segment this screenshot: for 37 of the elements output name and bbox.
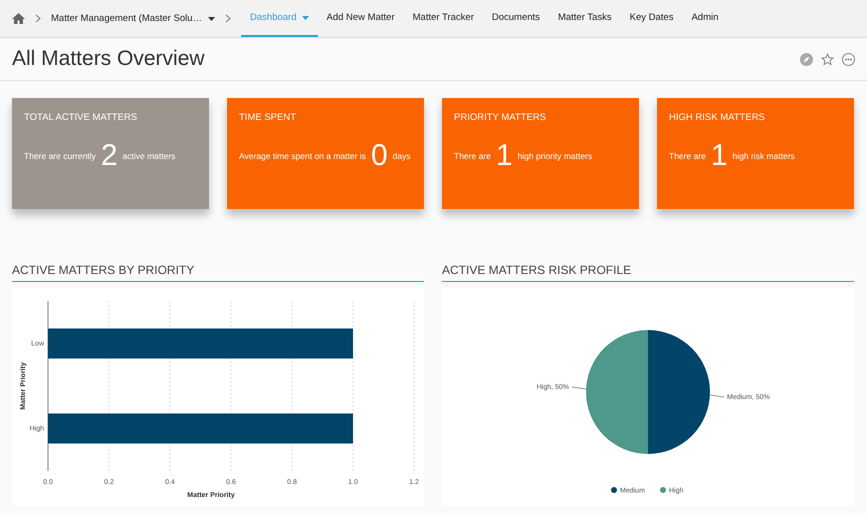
section-heading: ACTIVE MATTERS BY PRIORITY <box>12 263 424 282</box>
chevron-right-icon <box>225 14 232 23</box>
nav-tab[interactable]: Key Dates <box>620 0 682 37</box>
compass-icon[interactable] <box>800 52 813 66</box>
card-text: days <box>392 151 411 161</box>
legend-marker-icon[interactable] <box>611 487 617 493</box>
card-value: 1 <box>710 141 728 171</box>
nav-tab[interactable]: Matter Tasks <box>548 0 621 37</box>
star-icon[interactable] <box>821 52 834 66</box>
breadcrumb-dropdown[interactable]: Matter Management (Master Solu… <box>51 13 216 24</box>
card-title: TOTAL ACTIVE MATTERS <box>24 112 138 123</box>
home-icon[interactable] <box>12 13 25 24</box>
caret-icon <box>208 16 216 20</box>
legend-marker-icon[interactable] <box>660 487 666 493</box>
nav-tab[interactable]: Add New Matter <box>318 0 404 37</box>
card-value: 2 <box>100 141 118 171</box>
nav-tab[interactable]: Matter Tracker <box>404 0 483 37</box>
nav-tab[interactable]: Admin <box>682 0 728 37</box>
card-text: Average time spent on a matter is <box>239 151 366 161</box>
more-icon[interactable] <box>842 52 855 66</box>
card-title: PRIORITY MATTERS <box>454 112 548 123</box>
card-value: 1 <box>496 141 513 171</box>
page-title: All Matters Overview <box>12 47 206 71</box>
card-text: high priority matters <box>518 151 592 161</box>
card-text: high risk matters <box>732 151 795 161</box>
leader-line <box>572 386 586 390</box>
card-text: There are <box>669 151 706 161</box>
nav-tab[interactable]: Documents <box>482 0 549 37</box>
card-text: active matters <box>122 151 176 161</box>
card-text: There are currently <box>24 151 96 161</box>
card-value: 0 <box>370 141 388 171</box>
card-text: There are <box>454 151 491 161</box>
leader-line <box>710 394 724 398</box>
chevron-right-icon <box>35 14 41 23</box>
card-title: HIGH RISK MATTERS <box>669 112 766 123</box>
section-heading: ACTIVE MATTERS RISK PROFILE <box>442 263 854 282</box>
card-title: TIME SPENT <box>239 112 298 123</box>
